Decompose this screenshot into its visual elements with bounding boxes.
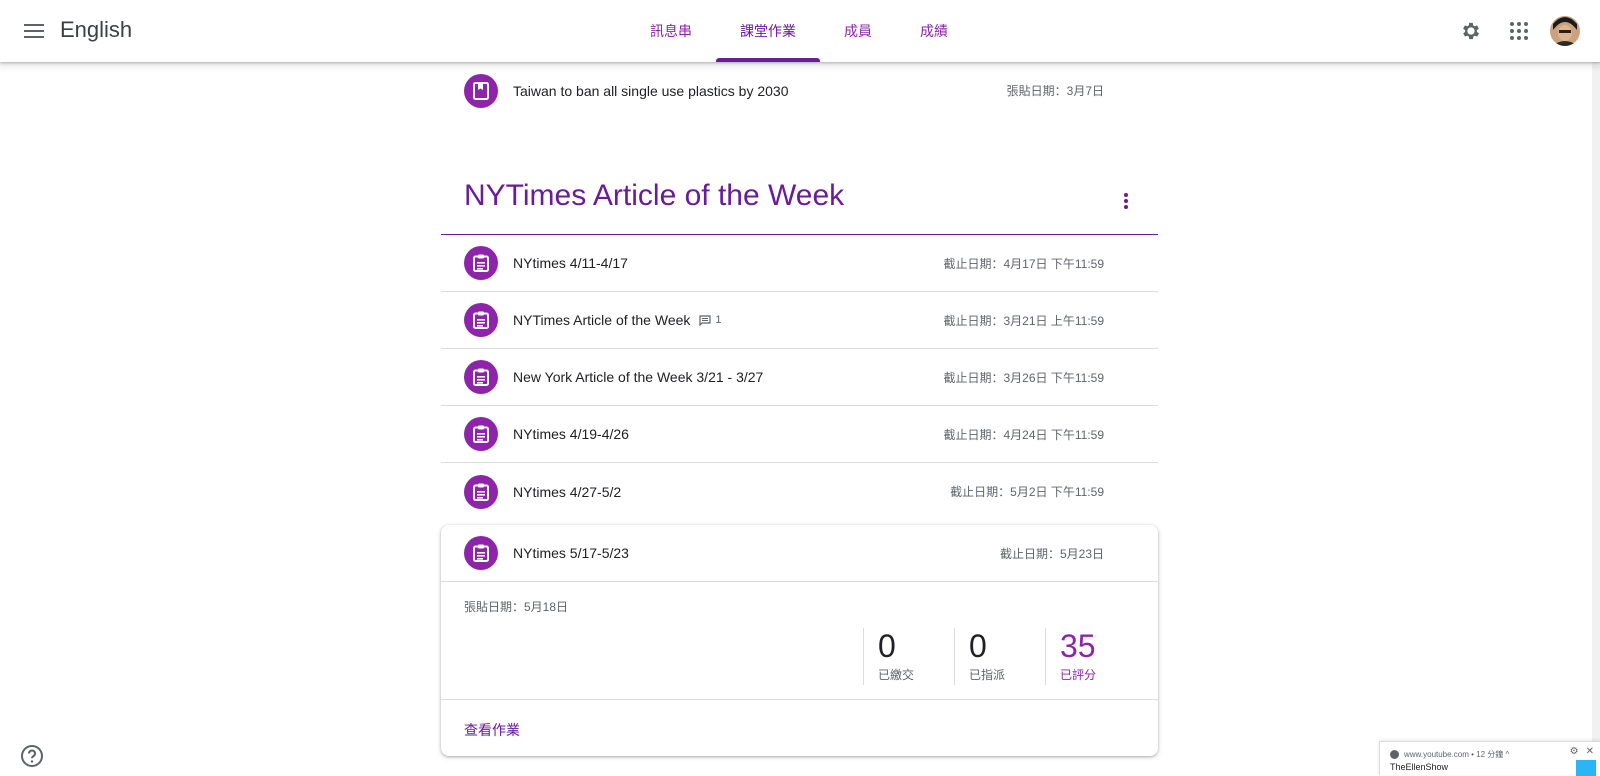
- stat-label: 已繳交: [878, 668, 915, 682]
- popup-thumbnail[interactable]: [1576, 760, 1596, 776]
- assignment-title: NYtimes 4/19-4/26: [513, 426, 629, 442]
- assignment-title: NYTimes Article of the Week: [513, 312, 691, 328]
- more-vert-icon[interactable]: [1114, 189, 1138, 213]
- assignment-clipboard-icon: [464, 536, 498, 570]
- material-date: 張貼日期：3月7日: [1006, 84, 1104, 98]
- stat-number: 0: [878, 628, 896, 664]
- assignment-clipboard-icon: [464, 417, 498, 451]
- comment-icon: [699, 314, 712, 326]
- tab-stream[interactable]: 訊息串: [626, 0, 716, 62]
- assignment-clipboard-icon: [464, 246, 498, 280]
- popup-channel-name: TheEllenShow: [1390, 762, 1449, 772]
- stat-graded[interactable]: 35 已評分: [1045, 628, 1136, 685]
- apps-grid-icon[interactable]: [1502, 14, 1536, 48]
- popup-source: www.youtube.com • 12 分鐘 ^: [1390, 749, 1509, 760]
- popup-settings-icon[interactable]: ⚙: [1570, 746, 1579, 757]
- popup-close-icon[interactable]: ✕: [1586, 746, 1594, 757]
- assignment-row[interactable]: NYTimes Article of the Week 1 截止日期：3月21日…: [441, 292, 1158, 349]
- assignment-title: NYtimes 4/11-4/17: [513, 255, 628, 271]
- material-title: Taiwan to ban all single use plastics by…: [513, 82, 789, 99]
- card-footer: 查看作業: [441, 699, 1158, 756]
- assignment-row[interactable]: NYtimes 4/19-4/26 截止日期：4月24日 下午11:59: [441, 406, 1158, 463]
- assignment-title: NYtimes 5/17-5/23: [513, 545, 629, 561]
- assignment-due-date: 截止日期：5月2日 下午11:59: [950, 485, 1104, 499]
- comment-count: 1: [715, 314, 722, 326]
- assignment-clipboard-icon: [464, 303, 498, 337]
- assignment-due-date: 截止日期：4月17日 下午11:59: [943, 256, 1105, 271]
- tab-bar: 訊息串 課堂作業 成員 成績: [0, 0, 1600, 62]
- view-assignment-link[interactable]: 查看作業: [464, 720, 520, 740]
- topic-title: NYTimes Article of the Week: [464, 179, 845, 212]
- assignment-clipboard-icon: [464, 474, 498, 509]
- material-item[interactable]: Taiwan to ban all single use plastics by…: [441, 62, 1158, 119]
- stat-label: 已評分: [1060, 668, 1097, 682]
- account-avatar[interactable]: [1550, 16, 1580, 46]
- material-book-icon: [464, 73, 498, 108]
- tab-people[interactable]: 成員: [820, 0, 896, 62]
- assignment-due-date: 截止日期：4月24日 下午11:59: [943, 427, 1105, 442]
- help-icon[interactable]: [20, 744, 44, 768]
- top-app-bar: English 訊息串 課堂作業 成員 成績: [0, 0, 1600, 62]
- tab-grades[interactable]: 成績: [896, 0, 972, 62]
- assignment-due-date: 截止日期：3月26日 下午11:59: [943, 370, 1105, 385]
- stat-number: 35: [1060, 628, 1096, 664]
- assignment-due-date: 截止日期：5月23日: [999, 546, 1104, 561]
- popup-source-text: www.youtube.com • 12 分鐘 ^: [1404, 750, 1510, 759]
- settings-gear-icon[interactable]: [1454, 14, 1488, 48]
- assignment-row[interactable]: NYtimes 4/11-4/17 截止日期：4月17日 下午11:59: [441, 235, 1158, 292]
- class-title[interactable]: English: [60, 17, 132, 43]
- assignment-row[interactable]: New York Article of the Week 3/21 - 3/27…: [441, 349, 1158, 406]
- stat-number: 0: [969, 628, 987, 664]
- stat-label: 已指派: [969, 668, 1006, 682]
- stat-turned-in[interactable]: 0 已繳交: [863, 628, 954, 685]
- assignment-title: NYtimes 4/27-5/2: [513, 483, 622, 500]
- page-scrollbar[interactable]: [1592, 62, 1600, 775]
- assignment-title: New York Article of the Week 3/21 - 3/27: [513, 369, 764, 385]
- classwork-list: Taiwan to ban all single use plastics by…: [441, 62, 1158, 520]
- assignment-row[interactable]: NYtimes 4/27-5/2 截止日期：5月2日 下午11:59: [441, 463, 1158, 520]
- assignment-clipboard-icon: [464, 360, 498, 394]
- menu-icon[interactable]: [19, 16, 49, 46]
- expanded-assignment-card: NYtimes 5/17-5/23 截止日期：5月23日 張貼日期：5月18日 …: [441, 525, 1158, 756]
- assignment-due-date: 截止日期：3月21日 上午11:59: [943, 313, 1105, 328]
- topic-header: NYTimes Article of the Week: [441, 147, 1158, 235]
- assignment-row[interactable]: NYtimes 5/17-5/23 截止日期：5月23日: [441, 525, 1158, 582]
- comment-indicator: 1: [699, 314, 722, 326]
- assignment-stats: 0 已繳交 0 已指派 35 已評分: [863, 628, 1136, 685]
- posted-date: 張貼日期：5月18日: [464, 600, 569, 614]
- youtube-favicon-icon: [1390, 750, 1399, 759]
- tab-classwork[interactable]: 課堂作業: [716, 0, 820, 62]
- stat-assigned[interactable]: 0 已指派: [954, 628, 1045, 685]
- media-popup[interactable]: www.youtube.com • 12 分鐘 ^ TheEllenShow ⚙…: [1379, 741, 1600, 776]
